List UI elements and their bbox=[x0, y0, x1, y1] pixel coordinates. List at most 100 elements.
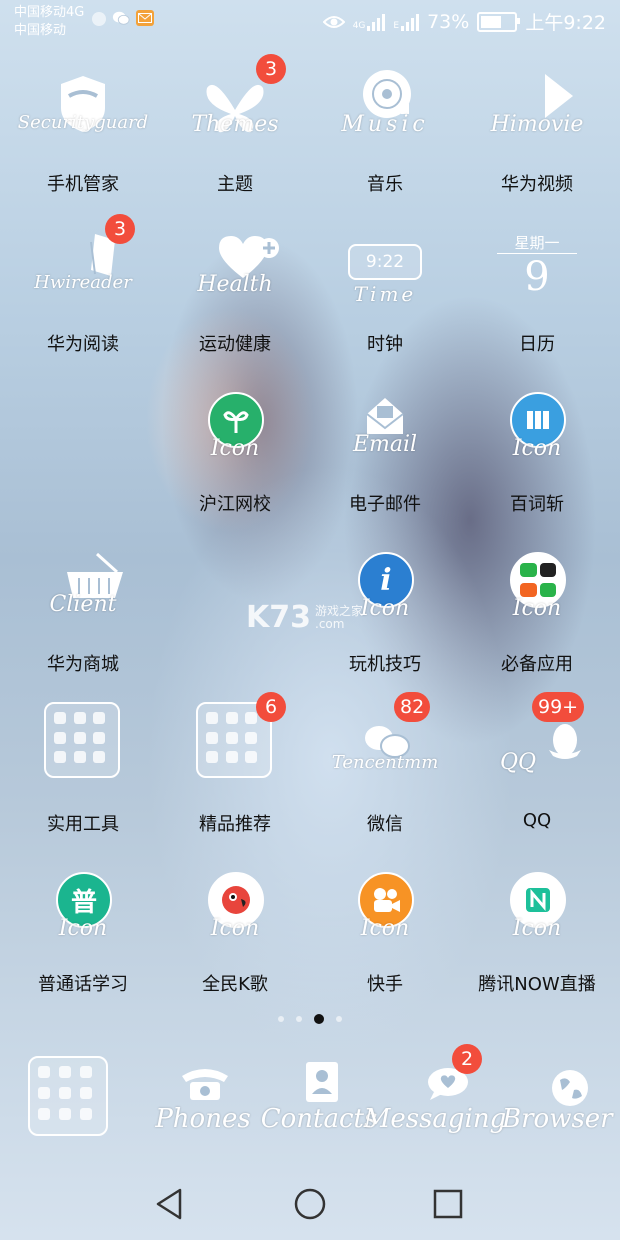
battery-icon bbox=[477, 11, 521, 32]
home-button-icon[interactable] bbox=[290, 1184, 330, 1224]
app-script-label: Icon bbox=[512, 596, 562, 621]
wechat-mini-icon bbox=[520, 563, 537, 578]
app-script-label: Himovie bbox=[490, 112, 584, 137]
app-label: 百词斩 bbox=[510, 494, 564, 515]
dock-script-label: Browser bbox=[502, 1104, 613, 1134]
watermark-domain: .com bbox=[315, 617, 345, 631]
clock-widget-icon: 9:22 bbox=[348, 244, 422, 280]
notification-badge: 82 bbox=[394, 692, 431, 722]
app-huawei-reader[interactable]: Hwireader 3 华为阅读 bbox=[8, 214, 158, 372]
app-script-label: Securityguard bbox=[17, 112, 149, 133]
app-email[interactable]: Email 电子邮件 bbox=[310, 382, 460, 532]
signal-bars-icon bbox=[401, 13, 420, 31]
app-hujiang[interactable]: Icon 沪江网校 bbox=[160, 382, 310, 532]
app-vmall[interactable]: Client 华为商城 bbox=[8, 542, 158, 692]
carrier-primary: 中国移动4G bbox=[14, 5, 85, 20]
app-karaoke[interactable]: Icon 全民K歌 bbox=[160, 862, 310, 1012]
telephone-icon bbox=[182, 1069, 228, 1100]
app-label: 华为视频 bbox=[501, 174, 573, 195]
app-script-label: Time bbox=[353, 282, 417, 306]
app-script-label: Email bbox=[352, 432, 418, 457]
app-script-label: Icon bbox=[210, 436, 260, 461]
app-baicizhan[interactable]: Icon 百词斩 bbox=[462, 382, 612, 532]
app-label: 音乐 bbox=[367, 174, 403, 195]
status-bar: 中国移动4G 中国移动 4G E 73% 上午9:22 bbox=[0, 0, 620, 44]
app-qq[interactable]: QQ 99+ QQ bbox=[462, 692, 612, 852]
app-calendar[interactable]: 星期一 9 日历 bbox=[462, 222, 612, 372]
taobao-mini-icon bbox=[520, 582, 537, 597]
app-script-label: Themes bbox=[191, 112, 279, 137]
page-dot-active bbox=[314, 1014, 324, 1024]
app-script-label: QQ bbox=[500, 750, 537, 775]
app-notification-icon bbox=[92, 12, 106, 26]
folder-utilities[interactable]: 实用工具 bbox=[8, 702, 158, 852]
app-script-label: Icon bbox=[512, 916, 562, 941]
app-script-label: Icon bbox=[360, 916, 410, 941]
app-essentials[interactable]: Icon 必备应用 bbox=[462, 542, 612, 692]
watermark: K73 游戏之家 .com bbox=[246, 600, 363, 635]
page-dot bbox=[336, 1016, 342, 1022]
app-label: 微信 bbox=[367, 814, 403, 835]
navigation-bar bbox=[0, 1168, 620, 1240]
folder-icon bbox=[28, 1056, 108, 1136]
app-label: 精品推荐 bbox=[199, 814, 271, 835]
notification-badge: 6 bbox=[256, 692, 286, 722]
network-type-label: 4G bbox=[352, 20, 366, 31]
app-music[interactable]: Music 音乐 bbox=[310, 62, 460, 212]
app-script-label: Music bbox=[341, 112, 429, 137]
contacts-book-icon bbox=[306, 1062, 338, 1102]
recents-button-icon[interactable] bbox=[428, 1184, 468, 1224]
signal-bars-icon bbox=[367, 13, 386, 31]
notification-badge: 3 bbox=[256, 54, 286, 84]
eye-comfort-icon bbox=[322, 15, 345, 28]
calendar-day: 9 bbox=[524, 254, 550, 300]
notification-icons bbox=[92, 10, 154, 26]
app-label: 主题 bbox=[217, 174, 253, 195]
app-label: QQ bbox=[522, 810, 552, 831]
app-label: 必备应用 bbox=[501, 654, 573, 675]
carrier-secondary: 中国移动 bbox=[14, 23, 67, 38]
globe-icon bbox=[552, 1070, 588, 1106]
qq-mini-icon bbox=[539, 563, 556, 578]
dock: Phones Contacts Messaging 2 Browser bbox=[0, 1044, 620, 1150]
battery-percent: 73% bbox=[427, 10, 470, 33]
iqiyi-mini-icon bbox=[539, 582, 556, 597]
cell-signal-1: 4G bbox=[353, 13, 386, 31]
app-label: 手机管家 bbox=[47, 174, 119, 195]
app-kuaishou[interactable]: Icon 快手 bbox=[310, 862, 460, 1012]
folder-icon bbox=[44, 702, 120, 778]
app-script-label: Health bbox=[197, 272, 273, 297]
wechat-notification-icon bbox=[112, 10, 130, 26]
notification-badge: 3 bbox=[105, 214, 135, 244]
watermark-brand: K73 bbox=[246, 600, 311, 635]
app-putonghua[interactable]: 普 Icon 普通话学习 bbox=[8, 862, 158, 1012]
putonghua-glyph: 普 bbox=[70, 887, 97, 918]
app-now-live[interactable]: Icon 腾讯NOW直播 bbox=[462, 862, 612, 1012]
app-health[interactable]: Health 运动健康 bbox=[160, 222, 310, 372]
app-label: 时钟 bbox=[367, 334, 403, 355]
app-themes[interactable]: Themes 3 主题 bbox=[160, 54, 310, 212]
back-button-icon[interactable] bbox=[150, 1184, 190, 1224]
app-label: 快手 bbox=[367, 974, 403, 995]
clock-face-time: 9:22 bbox=[365, 252, 405, 272]
cell-signal-2: E bbox=[393, 13, 420, 31]
app-security-guard[interactable]: Securityguard 手机管家 bbox=[8, 62, 158, 212]
carrier-info: 中国移动4G 中国移动 bbox=[14, 4, 84, 40]
app-label: 腾讯NOW直播 bbox=[478, 974, 596, 995]
app-label: 日历 bbox=[519, 334, 555, 355]
app-script-label: Client bbox=[49, 592, 117, 617]
network-type-label-2: E bbox=[393, 20, 400, 31]
clock-time: 上午9:22 bbox=[525, 12, 606, 34]
calendar-weekday: 星期一 bbox=[497, 232, 577, 254]
app-label: 电子邮件 bbox=[349, 494, 421, 515]
folder-recommended[interactable]: 6 精品推荐 bbox=[160, 692, 310, 852]
app-label: 普通话学习 bbox=[38, 974, 128, 995]
app-script-label: Hwireader bbox=[34, 272, 132, 293]
page-dot bbox=[278, 1016, 284, 1022]
app-label: 华为商城 bbox=[47, 654, 119, 675]
app-himovie[interactable]: Himovie 华为视频 bbox=[462, 62, 612, 212]
app-clock[interactable]: 9:22 Time 时钟 bbox=[310, 222, 460, 372]
page-indicator bbox=[0, 1014, 620, 1024]
dock-browser[interactable]: Browser bbox=[470, 1050, 620, 1150]
app-wechat[interactable]: Tencentmm 82 微信 bbox=[310, 692, 460, 852]
